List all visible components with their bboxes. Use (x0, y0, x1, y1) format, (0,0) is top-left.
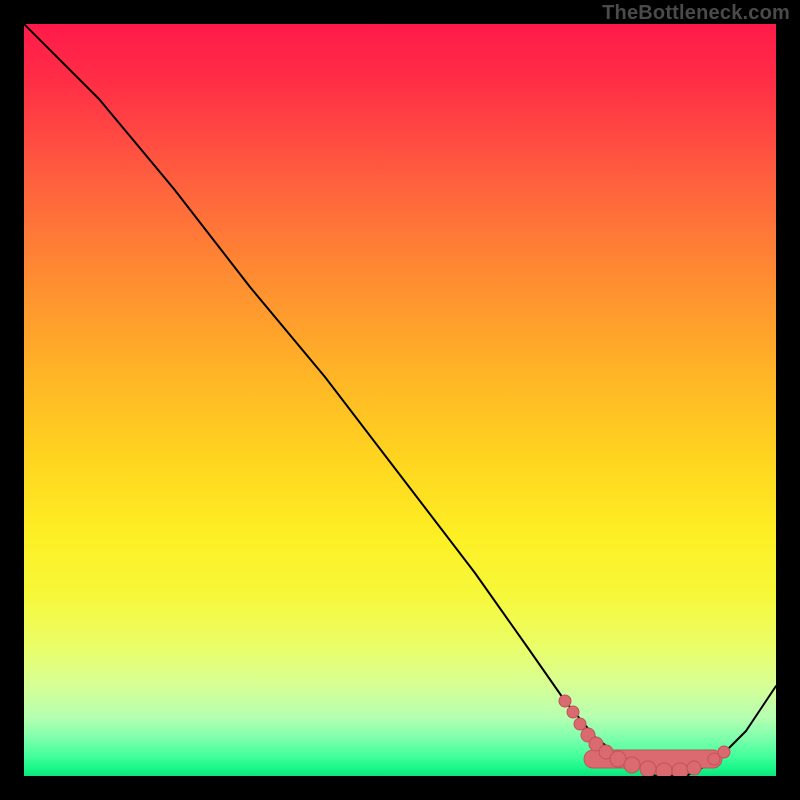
marker-dot (687, 761, 701, 775)
plot-area (24, 24, 776, 776)
marker-dot (624, 757, 640, 773)
optimal-marker-strip (559, 695, 730, 776)
marker-dot (656, 763, 672, 776)
watermark-text: TheBottleneck.com (602, 2, 790, 25)
marker-dot (672, 763, 688, 776)
marker-dot (567, 706, 579, 718)
curve-layer (24, 24, 776, 776)
marker-dot (574, 718, 586, 730)
marker-dot (640, 761, 656, 776)
marker-dot (718, 746, 730, 758)
marker-dot (559, 695, 571, 707)
chart-frame: TheBottleneck.com (0, 0, 800, 800)
bottleneck-curve (24, 24, 776, 776)
